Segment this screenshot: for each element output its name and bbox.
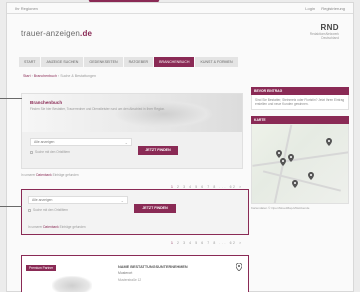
partner-subtitle: RedaktionsNetzwerk Deutschland bbox=[309, 32, 339, 40]
results-suffix-2: Einträge gefunden bbox=[59, 225, 86, 229]
web-page: Ihr Regionen Login Registrierung trauer-… bbox=[6, 2, 354, 292]
category-select-value: Alle anzeigen bbox=[34, 140, 55, 144]
results-prefix-2: In unserer bbox=[28, 225, 43, 229]
page-link-4[interactable]: 4 bbox=[189, 241, 193, 245]
map-marker-icon[interactable] bbox=[276, 150, 282, 159]
location-filter-option-2[interactable]: Suche mit den Ortsfiltern bbox=[28, 208, 68, 212]
partner-logo[interactable]: RND RedaktionsNetzwerk Deutschland bbox=[299, 23, 339, 40]
search-card: Branchenbuch Finden Sie hier Bestatter, … bbox=[21, 93, 243, 169]
location-filter-checkbox-2[interactable] bbox=[28, 208, 31, 212]
page-link-1[interactable]: 1 bbox=[171, 241, 175, 245]
info-box-text: Sind Sie Bestatter, Steinmetz oder Flori… bbox=[251, 95, 349, 111]
nav-tab-branchenbuch[interactable]: Branchenbuch bbox=[154, 57, 195, 67]
region-link[interactable]: Ihr Regionen bbox=[15, 6, 38, 11]
results-note: In unserer Datenbank Einträge gefunden bbox=[21, 173, 79, 177]
page-link-2[interactable]: 2 bbox=[177, 241, 181, 245]
map-attribution: Kartendaten © OpenStreetMap-Mitwirkende bbox=[251, 206, 310, 211]
page-link-7[interactable]: 7 bbox=[207, 241, 211, 245]
nav-tab-ratgeber[interactable]: Ratgeber bbox=[123, 57, 154, 67]
site-header: trauer-anzeigen.de RND RedaktionsNetzwer… bbox=[7, 15, 353, 53]
nav-tab-start[interactable]: Start bbox=[19, 57, 41, 67]
results-suffix: Einträge gefunden bbox=[52, 173, 79, 177]
page-ellipsis: ... bbox=[219, 241, 228, 245]
location-filter-checkbox[interactable] bbox=[30, 150, 33, 154]
listing-city: Musterort bbox=[118, 271, 133, 275]
nav-tab-gedenkseiten[interactable]: Gedenkseiten bbox=[84, 57, 123, 67]
page-link-5[interactable]: 5 bbox=[195, 241, 199, 245]
search-title: Branchenbuch bbox=[30, 100, 63, 105]
page-link-6[interactable]: 6 bbox=[201, 241, 205, 245]
pagination-bottom: 1 2 3 4 5 6 7 8 ... 62 > bbox=[171, 241, 243, 245]
register-link[interactable]: Registrierung bbox=[321, 6, 345, 11]
location-filter-label-2: Suche mit den Ortsfiltern bbox=[33, 208, 69, 212]
map-widget[interactable] bbox=[251, 124, 349, 205]
info-box-title: BEVOR EINTRAG bbox=[251, 87, 349, 95]
page-next-arrow[interactable]: > bbox=[239, 241, 243, 245]
hands-image bbox=[114, 100, 214, 128]
logo-tld: .de bbox=[80, 29, 93, 38]
screenshot-stage: Ihr Regionen Login Registrierung trauer-… bbox=[0, 0, 360, 292]
breadcrumb-current: Suche & Bestattungen bbox=[60, 74, 96, 78]
login-link[interactable]: Login bbox=[305, 6, 315, 11]
chevron-down-icon: ⌄ bbox=[120, 198, 124, 203]
logo-prefix: trauer-anzeigen bbox=[21, 29, 81, 38]
map-pin-icon[interactable] bbox=[236, 263, 242, 271]
map-marker-icon[interactable] bbox=[308, 172, 314, 181]
premium-badge: Premium Partner bbox=[26, 265, 57, 271]
map-marker-icon[interactable] bbox=[326, 138, 332, 147]
results-link[interactable]: Datenbank bbox=[36, 173, 51, 177]
nav-tab-anzeige-suchen[interactable]: Anzeige suchen bbox=[41, 57, 84, 67]
location-filter-label: Suche mit den Ortsfiltern bbox=[35, 150, 71, 154]
annotation-line bbox=[0, 98, 22, 99]
map-marker-icon[interactable] bbox=[288, 154, 294, 163]
breadcrumb-home[interactable]: Start bbox=[23, 74, 31, 78]
page-link-8[interactable]: 8 bbox=[213, 241, 217, 245]
page-link-last[interactable]: 62 bbox=[230, 241, 237, 245]
highlighted-search-form: Alle anzeigen ⌄ Suche mit den Ortsfilter… bbox=[21, 189, 249, 235]
account-links: Login Registrierung bbox=[300, 6, 345, 11]
site-logo[interactable]: trauer-anzeigen.de bbox=[21, 29, 92, 38]
page-link-3[interactable]: 3 bbox=[183, 241, 187, 245]
map-road bbox=[252, 151, 348, 168]
location-filter-option[interactable]: Suche mit den Ortsfiltern bbox=[30, 150, 70, 154]
results-note-2: In unserer Datenbank Einträge gefunden bbox=[28, 225, 86, 229]
breadcrumb: Start › Branchenbuch › Suche & Bestattun… bbox=[23, 74, 96, 78]
annotation-line bbox=[0, 206, 22, 207]
category-select-2[interactable]: Alle anzeigen ⌄ bbox=[28, 196, 128, 204]
search-description: Finden Sie hier Bestatter, Trauerredner … bbox=[30, 107, 166, 111]
listing-image bbox=[52, 276, 92, 292]
results-prefix: In unserer bbox=[21, 173, 36, 177]
map-marker-icon[interactable] bbox=[292, 180, 298, 189]
right-sidebar: BEVOR EINTRAG Sind Sie Bestatter, Steinm… bbox=[251, 87, 349, 210]
category-select-2-value: Alle anzeigen bbox=[32, 198, 53, 202]
partner-mark: RND bbox=[320, 23, 339, 32]
map-box-title: KARTE bbox=[251, 116, 349, 125]
nav-tab-kunst-formen[interactable]: Kunst & Formen bbox=[195, 57, 238, 67]
listing-address: Musterstraße 12 bbox=[118, 278, 142, 282]
category-select[interactable]: Alle anzeigen ⌄ bbox=[30, 138, 132, 146]
listing-name[interactable]: NAME BESTATTUNGSUNTERNEHMEN bbox=[118, 265, 188, 269]
map-road bbox=[263, 170, 341, 192]
chevron-down-icon: ⌄ bbox=[124, 140, 128, 145]
results-link-2[interactable]: Datenbank bbox=[43, 225, 58, 229]
find-button[interactable]: JETZT FINDEN bbox=[138, 146, 178, 155]
find-button-2[interactable]: JETZT FINDEN bbox=[134, 204, 176, 213]
map-marker-icon[interactable] bbox=[280, 158, 286, 167]
top-utility-bar: Ihr Regionen Login Registrierung bbox=[7, 3, 353, 14]
main-navigation: Start Anzeige suchen Gedenkseiten Ratgeb… bbox=[19, 57, 341, 67]
business-listing[interactable]: Premium Partner NAME BESTATTUNGSUNTERNEH… bbox=[21, 255, 249, 292]
breadcrumb-section[interactable]: Branchenbuch bbox=[34, 74, 57, 78]
